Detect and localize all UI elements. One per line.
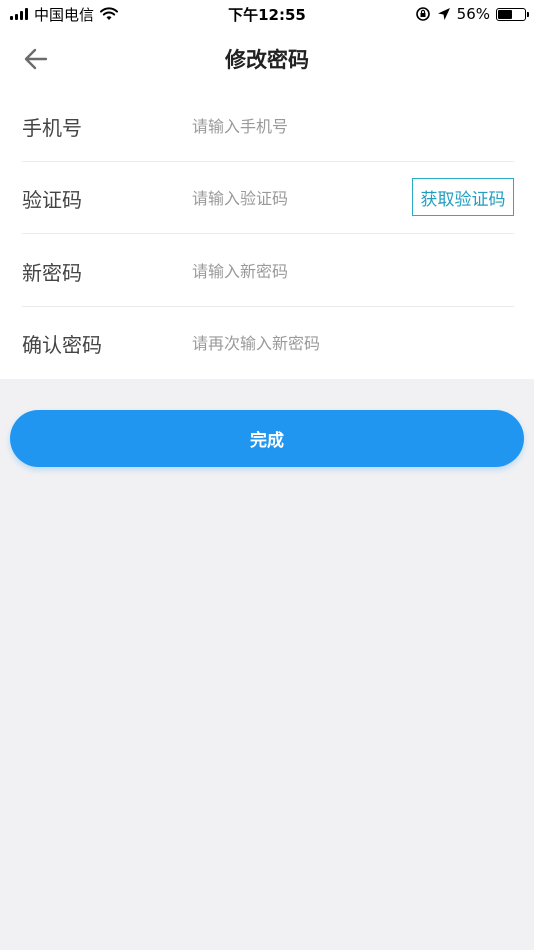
battery-icon (496, 7, 529, 21)
rotation-lock-icon (415, 7, 430, 21)
get-code-button[interactable]: 获取验证码 (412, 178, 514, 216)
submit-button[interactable]: 完成 (10, 410, 524, 467)
phone-label: 手机号 (22, 115, 82, 140)
new-password-input[interactable] (192, 256, 514, 286)
new-password-label: 新密码 (22, 260, 82, 285)
nav-header: 修改密码 (0, 28, 534, 90)
battery-percent: 56% (456, 5, 490, 23)
confirm-password-row: 确认密码 (22, 307, 514, 379)
verification-code-label: 验证码 (22, 187, 82, 212)
page-title: 修改密码 (225, 48, 309, 72)
status-right: 56% (415, 0, 529, 28)
password-form: 手机号 验证码 获取验证码 新密码 确认密码 (0, 90, 534, 379)
battery-fill (498, 9, 512, 19)
verification-code-row: 验证码 获取验证码 (22, 162, 514, 234)
new-password-row: 新密码 (22, 235, 514, 307)
phone-row: 手机号 (22, 90, 514, 162)
status-bar: 中国电信 下午12:55 56% (0, 0, 534, 28)
location-icon (437, 8, 450, 20)
confirm-password-input[interactable] (192, 328, 514, 358)
confirm-password-label: 确认密码 (22, 332, 102, 357)
phone-input[interactable] (192, 111, 514, 141)
